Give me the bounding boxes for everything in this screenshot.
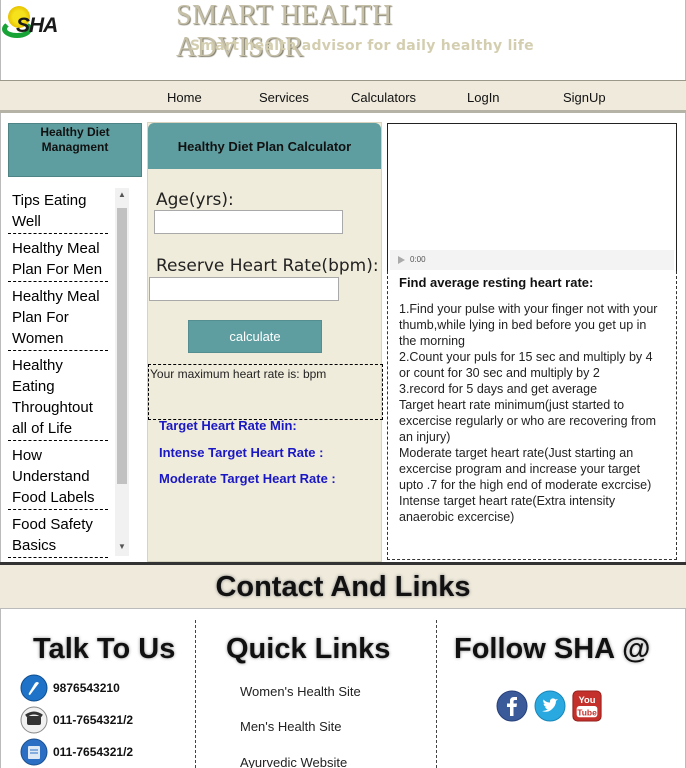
sidebar-item-food-labels[interactable]: How Understand Food Labels	[8, 441, 108, 510]
age-label: Age(yrs):	[156, 190, 234, 210]
fax-number: 011-7654321/2	[53, 745, 134, 759]
max-heart-rate-result: Your maximum heart rate is: bpm	[148, 364, 383, 420]
calculate-button[interactable]: calculate	[188, 320, 322, 353]
site-subtitle: Smart health advisor for daily healthy l…	[190, 38, 534, 54]
link-mens-health[interactable]: Men's Health Site	[240, 719, 341, 734]
sidebar-heading: Healthy Diet Managment	[8, 123, 142, 177]
heart-rate-input[interactable]	[149, 277, 339, 301]
calculator-heading: Healthy Diet Plan Calculator	[148, 123, 381, 169]
sidebar-item-meal-plan-women[interactable]: Healthy Meal Plan For Women	[8, 282, 108, 351]
telephone-number: 011-7654321/2	[53, 713, 134, 727]
info-line: Intense target heart rate(Extra intensit…	[399, 494, 616, 524]
main-nav: Home Services Calculators LogIn SignUp	[0, 80, 686, 113]
info-line: 3.record for 5 days and get average	[399, 382, 598, 396]
sidebar-scrollbar[interactable]: ▲ ▼	[115, 188, 129, 556]
contact-row: 011-7654321/2	[20, 706, 180, 734]
telephone-icon	[20, 706, 48, 734]
scroll-down-icon[interactable]: ▼	[118, 542, 126, 551]
target-heart-rate-min: Target Heart Rate Min:	[159, 418, 297, 433]
sidebar-list: Tips Eating Well Healthy Meal Plan For M…	[8, 186, 114, 558]
scroll-up-icon[interactable]: ▲	[118, 190, 126, 199]
info-panel: Find average resting heart rate: 1.Find …	[387, 271, 677, 560]
twitter-icon[interactable]	[534, 690, 566, 722]
info-line: Moderate target heart rate(Just starting…	[399, 446, 652, 492]
sidebar-item-tips-eating-well[interactable]: Tips Eating Well	[8, 186, 108, 234]
play-icon[interactable]	[398, 256, 405, 264]
phone-number: 9876543210	[53, 681, 120, 695]
youtube-icon[interactable]: You Tube	[571, 690, 603, 722]
contact-row: 9876543210	[20, 674, 180, 702]
site-title: SMART HEALTH ADVISOR	[176, 0, 393, 63]
heart-rate-label: Reserve Heart Rate(bpm):	[156, 256, 379, 276]
link-ayurvedic[interactable]: Ayurvedic Website	[240, 755, 347, 768]
link-womens-health[interactable]: Women's Health Site	[240, 684, 361, 699]
info-title: Find average resting heart rate:	[399, 275, 594, 290]
age-input[interactable]	[154, 210, 343, 234]
scrollbar-thumb[interactable]	[117, 208, 127, 484]
sidebar-item-meal-plan-men[interactable]: Healthy Meal Plan For Men	[8, 234, 108, 282]
facebook-icon[interactable]	[496, 690, 528, 722]
sha-logo[interactable]: SHA	[2, 4, 80, 38]
contact-row: 011-7654321/2	[20, 738, 180, 766]
follow-heading: Follow SHA @	[454, 633, 651, 665]
sidebar-item-eating-throughout-life[interactable]: Healthy Eating Throughtout all of Life	[8, 351, 108, 441]
svg-text:You: You	[578, 694, 595, 705]
quick-links-heading: Quick Links	[226, 633, 391, 665]
video-time: 0:00	[410, 255, 426, 264]
video-controls[interactable]	[390, 250, 674, 270]
calculator-panel: Healthy Diet Plan Calculator Age(yrs): R…	[147, 122, 383, 562]
talk-heading: Talk To Us	[33, 633, 176, 665]
fax-icon	[20, 738, 48, 766]
intense-target-heart-rate: Intense Target Heart Rate :	[159, 445, 324, 460]
contact-banner: Contact And Links	[0, 562, 686, 609]
logo-text: SHA	[16, 14, 58, 37]
nav-login[interactable]: LogIn	[467, 90, 500, 105]
contact-heading: Contact And Links	[215, 571, 471, 603]
info-line: 2.Count your puls for 15 sec and multipl…	[399, 350, 653, 380]
info-line: Target heart rate minimum(just started t…	[399, 398, 657, 444]
column-divider	[195, 620, 196, 768]
nav-signup[interactable]: SignUp	[563, 90, 606, 105]
nav-services[interactable]: Services	[259, 90, 309, 105]
info-line: 1.Find your pulse with your finger not w…	[399, 302, 658, 348]
video-player[interactable]: 0:00	[387, 123, 677, 271]
sidebar-item-food-safety[interactable]: Food Safety Basics	[8, 510, 108, 558]
mobile-phone-icon	[20, 674, 48, 702]
moderate-target-heart-rate: Moderate Target Heart Rate :	[159, 471, 336, 486]
column-divider	[436, 620, 437, 768]
svg-text:Tube: Tube	[577, 707, 597, 717]
nav-home[interactable]: Home	[167, 90, 202, 105]
nav-calculators[interactable]: Calculators	[351, 90, 416, 105]
